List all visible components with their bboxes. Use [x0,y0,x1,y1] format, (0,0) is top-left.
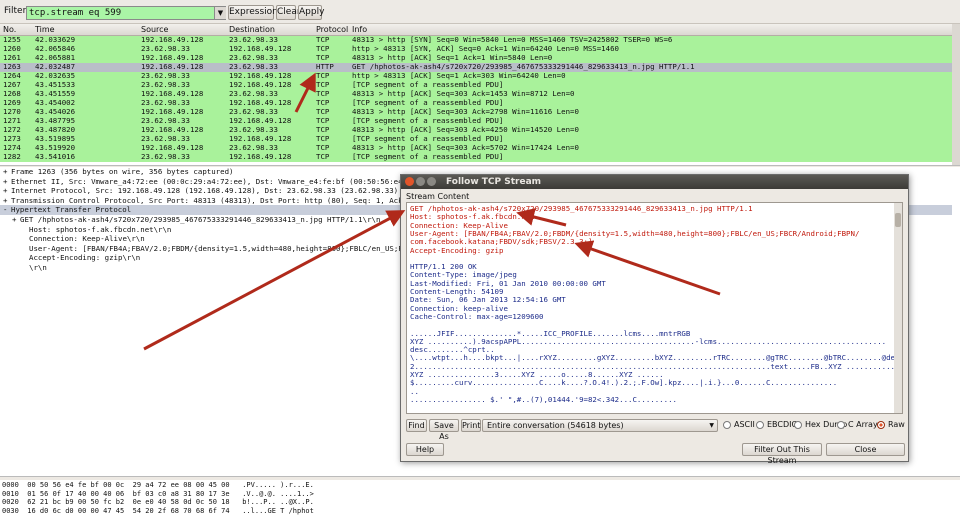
ascii-label: ASCII [734,420,755,429]
hex-row: 0020 62 21 bc b9 00 50 fc b2 0e e0 40 58… [2,498,314,507]
hex-row: 0030 16 d0 6c d0 00 00 47 45 54 20 2f 68… [2,506,314,515]
stream-scrollbar[interactable] [894,203,902,413]
column-no[interactable]: No. [3,25,16,34]
hex-row: 0000 00 50 56 e4 fe bf 00 0c 29 a4 72 ee… [2,481,314,489]
expand-toggle-icon[interactable]: + [12,215,20,225]
ebcdic-radio[interactable] [756,421,764,429]
detail-tree-item[interactable]: \r\n [21,263,47,273]
column-info[interactable]: Info [352,25,367,34]
expand-toggle-icon[interactable]: + [3,177,11,187]
detail-text: Hypertext Transfer Protocol [11,205,132,215]
apply-button[interactable]: Apply [298,5,324,20]
packet-row[interactable]: 1282 43.541016 23.62.98.33 192.168.49.128 TC… [0,152,952,162]
stream-line: Accept-Encoding: gzip [410,245,504,255]
window-maximize-icon[interactable] [427,177,436,186]
packet-cell-info: [TCP segment of a reassembled PDU] [352,152,504,161]
detail-tree-item[interactable]: Connection: Keep-Alive\r\n [21,234,145,244]
conversation-select-value: Entire conversation (54618 bytes) [487,421,624,430]
packet-cell-no: 1282 [3,152,21,161]
filter-dropdown-icon[interactable]: ▼ [214,6,226,20]
detail-tree-item[interactable]: + Internet Protocol, Src: 192.168.49.128 … [3,186,398,196]
hex-dump-radio[interactable] [794,421,802,429]
find-button[interactable]: Find [406,419,427,432]
column-time[interactable]: Time [35,25,55,34]
column-source[interactable]: Source [141,25,168,34]
stream-content-area[interactable]: GET /hphotos-ak-ash4/s720x720/293985_467… [406,202,903,414]
expression-button[interactable]: Expression... [228,5,286,20]
stream-content-label: Stream Content [406,192,470,201]
clear-button[interactable]: Clear [276,5,301,20]
packet-list-scrollbar[interactable] [952,24,960,165]
detail-text: Transmission Control Protocol, Src Port:… [11,195,461,205]
stream-line: ................. $.' ",#..(7),01444.'9=… [410,394,677,404]
detail-tree-item[interactable]: + Frame 1263 (356 bytes on wire, 356 byte… [3,167,233,177]
stream-line: $.........curv...............C....k....?… [410,378,838,388]
expand-toggle-icon[interactable]: + [3,167,11,177]
ascii-radio[interactable] [723,421,731,429]
detail-tree-item[interactable]: User-Agent: [FBAN/FB4A;FBAV/2.0;FBDM/{de… [21,244,461,254]
detail-text: Host: sphotos-f.ak.fbcdn.net\r\n [29,224,172,234]
detail-text: Connection: Keep-Alive\r\n [29,234,145,244]
follow-tcp-stream-dialog: Follow TCP Stream Stream Content GET /hp… [400,174,909,465]
expand-toggle-icon[interactable]: + [3,196,11,206]
help-button[interactable]: Help [406,443,444,456]
detail-text: \r\n [29,263,47,272]
print-button[interactable]: Print [461,419,481,432]
c-arrays-radio[interactable] [837,421,845,429]
detail-text: GET /hphotos-ak-ash4/s720x720/293985_467… [20,215,381,224]
save-as-button[interactable]: Save As [429,419,459,441]
window-minimize-icon[interactable] [416,177,425,186]
detail-tree-item[interactable]: + Transmission Control Protocol, Src Port… [3,196,460,206]
stream-line: Cache-Control: max-age=1209600 [410,311,544,321]
detail-tree-item[interactable]: Host: sphotos-f.ak.fbcdn.net\r\n [21,225,171,235]
detail-text: Frame 1263 (356 bytes on wire, 356 bytes… [11,167,234,176]
packet-cell-time: 43.541016 [35,152,76,161]
packet-cell-src: 23.62.98.33 [141,152,190,161]
stream-scroll-thumb[interactable] [895,213,901,227]
detail-tree-item[interactable]: Accept-Encoding: gzip\r\n [21,253,140,263]
window-close-icon[interactable] [405,177,414,186]
expand-toggle-icon[interactable]: - [3,205,11,215]
hex-dump-pane[interactable]: 0000 00 50 56 e4 fe bf 00 0c 29 a4 72 ee… [0,480,960,517]
raw-radio[interactable] [877,421,885,429]
dropdown-arrow-icon: ▼ [709,422,714,429]
display-filter-input[interactable]: tcp.stream eq 599 [26,6,226,20]
dialog-title: Follow TCP Stream [446,177,542,187]
filter-toolbar: Filter: tcp.stream eq 599 ▼ Expression..… [0,0,960,24]
dialog-titlebar: Follow TCP Stream [401,175,908,189]
detail-text: Internet Protocol, Src: 192.168.49.128 (… [11,186,399,196]
filter-out-stream-button[interactable]: Filter Out This Stream [742,443,822,465]
column-protocol[interactable]: Protocol [316,25,348,34]
hex-row: 0010 01 56 0f 17 40 00 40 06 bf 03 c0 a8… [2,489,314,498]
raw-label: Raw [888,420,905,429]
packet-list[interactable]: No. Time Source Destination Protocol Inf… [0,24,960,166]
detail-tree-item[interactable]: - Hypertext Transfer Protocol [3,205,131,215]
detail-text: Accept-Encoding: gzip\r\n [29,253,141,263]
packet-cell-dst: 192.168.49.128 [229,152,292,161]
column-destination[interactable]: Destination [229,25,275,34]
close-button[interactable]: Close [826,443,905,456]
conversation-select[interactable]: Entire conversation (54618 bytes) ▼ [482,419,718,432]
detail-text: User-Agent: [FBAN/FB4A;FBAV/2.0;FBDM/{de… [29,243,461,253]
detail-tree-item[interactable]: + GET /hphotos-ak-ash4/s720x720/293985_46… [12,215,380,225]
ebcdic-label: EBCDIC [767,420,798,429]
expand-toggle-icon[interactable]: + [3,186,11,196]
packet-cell-proto: TCP [316,152,330,161]
detail-text: Ethernet II, Src: Vmware_a4:72:ee (00:0c… [11,176,434,186]
detail-tree-item[interactable]: + Ethernet II, Src: Vmware_a4:72:ee (00:0… [3,177,434,187]
